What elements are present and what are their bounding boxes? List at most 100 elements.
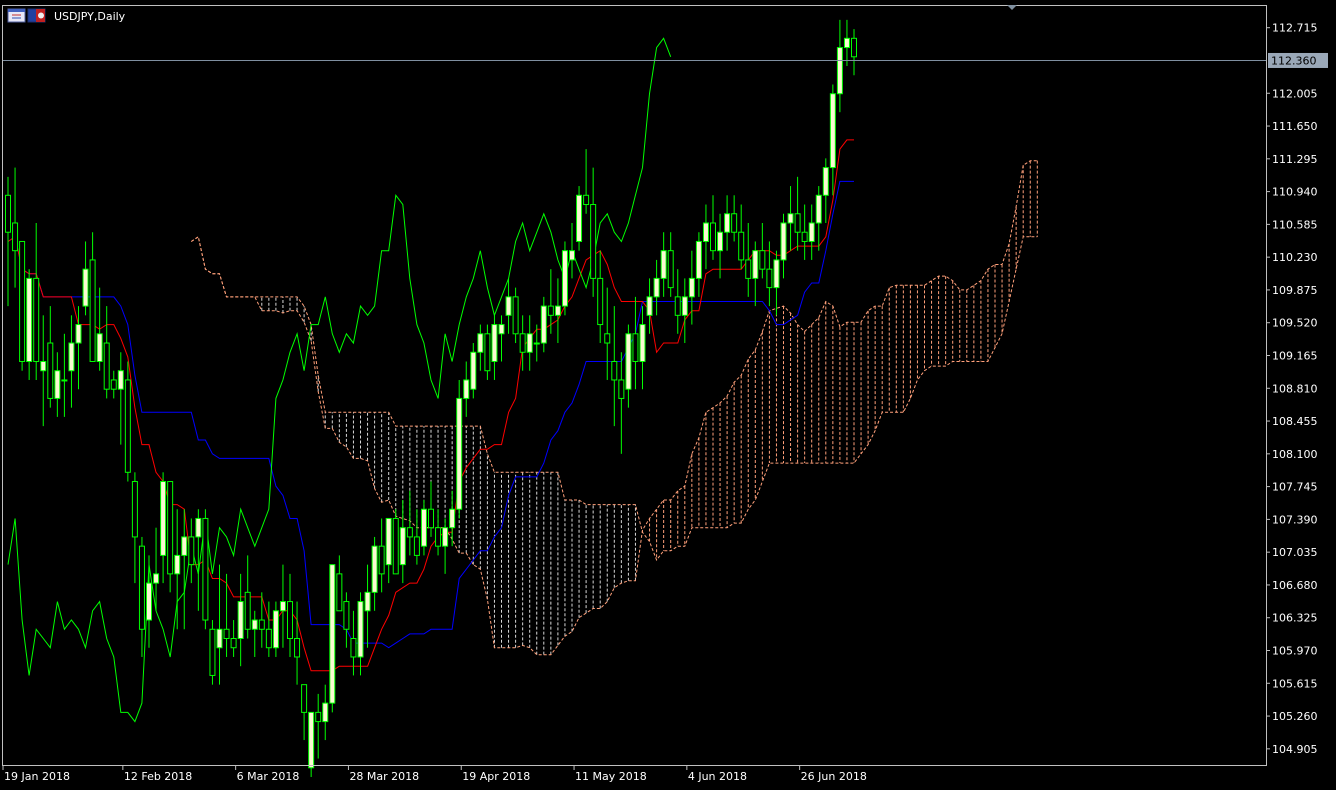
candle-body bbox=[167, 481, 174, 575]
candle-body bbox=[766, 268, 773, 289]
candle-body bbox=[829, 93, 836, 169]
candle-body bbox=[808, 222, 815, 242]
y-tick-label: 104.905 bbox=[1272, 743, 1318, 756]
y-tick-label: 105.615 bbox=[1272, 677, 1318, 690]
candle-body bbox=[350, 638, 357, 658]
candle-body bbox=[590, 204, 597, 279]
y-tick-label: 112.005 bbox=[1272, 87, 1318, 100]
candle-body bbox=[456, 397, 463, 510]
candle[interactable] bbox=[561, 241, 568, 316]
y-tick-label: 111.650 bbox=[1272, 120, 1318, 133]
candle-body bbox=[117, 370, 124, 390]
candle-body bbox=[752, 250, 759, 279]
y-tick-label: 110.230 bbox=[1272, 251, 1318, 264]
candle-body bbox=[569, 250, 575, 261]
candle-body bbox=[695, 240, 702, 279]
candle-body bbox=[674, 296, 681, 316]
y-tick-label: 111.295 bbox=[1272, 153, 1318, 166]
candle-body bbox=[618, 379, 625, 399]
candle-body bbox=[61, 379, 68, 382]
candle-body bbox=[540, 305, 547, 344]
plot-background bbox=[0, 0, 1336, 790]
candle-body bbox=[576, 194, 583, 242]
candle-body bbox=[124, 379, 131, 473]
ichimoku-chart[interactable]: 112.715 112.005 111.650 111.295 110.940 110.5… bbox=[0, 0, 1336, 790]
candle-body bbox=[519, 333, 526, 353]
symbol-flag-icon bbox=[27, 8, 46, 23]
x-tick-label: 4 Jun 2018 bbox=[688, 770, 747, 783]
candle-body bbox=[681, 296, 688, 316]
candle-body bbox=[759, 250, 766, 270]
candle-body bbox=[639, 324, 646, 362]
candle-body bbox=[279, 601, 286, 612]
candle-body bbox=[5, 194, 11, 233]
candle[interactable] bbox=[392, 509, 399, 575]
candle-body bbox=[251, 619, 258, 630]
candle-body bbox=[378, 545, 385, 575]
candle-body bbox=[625, 333, 632, 390]
candle-body bbox=[343, 601, 350, 630]
candle-body bbox=[604, 333, 611, 344]
candle-body bbox=[851, 37, 857, 58]
candle-body bbox=[364, 591, 371, 612]
candle-body bbox=[435, 527, 442, 547]
y-tick-label: 110.585 bbox=[1272, 218, 1318, 231]
candle-body bbox=[780, 222, 787, 261]
candle-body bbox=[103, 342, 110, 390]
current-price-tag: 112.360 bbox=[1268, 52, 1328, 68]
y-tick-label: 109.165 bbox=[1272, 349, 1318, 362]
x-tick-label: 19 Jan 2018 bbox=[4, 770, 70, 783]
candle-body bbox=[12, 222, 19, 252]
candle-body bbox=[322, 702, 329, 723]
candle-body bbox=[583, 194, 590, 206]
candle-body bbox=[82, 268, 89, 307]
candle-body bbox=[96, 333, 103, 362]
candle-body bbox=[463, 379, 470, 399]
candle[interactable] bbox=[209, 620, 216, 685]
candle[interactable] bbox=[202, 509, 209, 630]
candle-body bbox=[773, 259, 780, 289]
candle-body bbox=[660, 250, 667, 279]
candle-body bbox=[794, 213, 801, 233]
candle[interactable] bbox=[308, 711, 315, 778]
candle-body bbox=[745, 259, 752, 279]
candle-body bbox=[597, 277, 604, 326]
candle-body bbox=[202, 517, 209, 621]
candle-body bbox=[843, 37, 850, 49]
candle-body bbox=[258, 619, 265, 630]
candle-body bbox=[815, 194, 822, 224]
chart-symbol-title: USDJPY,Daily bbox=[54, 10, 126, 23]
candle[interactable] bbox=[329, 564, 336, 713]
candle-body bbox=[301, 684, 308, 713]
candle-body bbox=[477, 333, 484, 353]
candle[interactable] bbox=[456, 379, 463, 519]
candle-body bbox=[498, 324, 505, 335]
candle-body bbox=[406, 527, 413, 538]
candle-body bbox=[646, 296, 653, 316]
y-tick-label: 107.745 bbox=[1272, 481, 1318, 494]
candle-body bbox=[160, 481, 167, 556]
candle-body bbox=[702, 222, 709, 242]
candle-body bbox=[632, 333, 639, 362]
candle[interactable] bbox=[19, 240, 26, 371]
y-tick-label: 109.875 bbox=[1272, 284, 1318, 297]
y-tick-label: 107.035 bbox=[1272, 546, 1318, 559]
price-axis[interactable]: 112.715 112.005 111.650 111.295 110.940 110.5… bbox=[1266, 22, 1318, 756]
candle-body bbox=[272, 610, 279, 649]
candle-body bbox=[667, 250, 674, 289]
x-tick-label: 12 Feb 2018 bbox=[124, 770, 192, 783]
y-tick-label: 108.100 bbox=[1272, 448, 1318, 461]
y-tick-label: 112.715 bbox=[1272, 22, 1318, 35]
candle-body bbox=[731, 213, 738, 233]
candle-body bbox=[216, 628, 223, 649]
candle[interactable] bbox=[576, 186, 583, 251]
candle[interactable] bbox=[124, 361, 131, 482]
y-tick-label: 110.940 bbox=[1272, 186, 1318, 199]
candle-body bbox=[392, 517, 399, 575]
candle-body bbox=[505, 296, 512, 316]
candle-body bbox=[237, 601, 244, 639]
candle-body bbox=[230, 638, 237, 649]
candle-body bbox=[223, 628, 230, 639]
candle-body bbox=[801, 231, 808, 242]
candle-body bbox=[547, 305, 554, 316]
